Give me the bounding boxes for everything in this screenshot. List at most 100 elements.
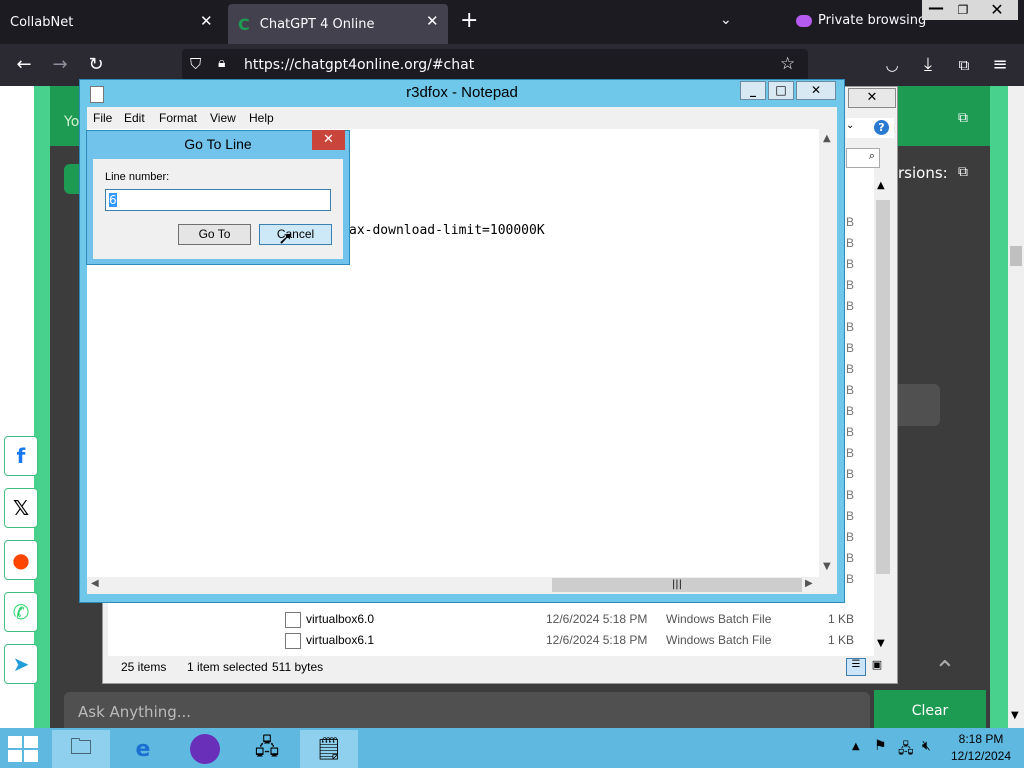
shield-icon[interactable]: ⛉ [190, 55, 201, 73]
menu-view[interactable]: View [210, 107, 236, 129]
network-icon[interactable]: 🖧 [238, 730, 296, 768]
scroll-down-icon[interactable]: ▼ [877, 638, 885, 649]
size-column: BBBBBBBBBBBBBBBBBB [846, 215, 855, 586]
copy-icon[interactable]: ⧉ [958, 164, 968, 180]
cancel-button[interactable]: Cancel [259, 224, 332, 245]
tab-list-chevron-icon[interactable]: ⌄ [720, 12, 732, 28]
tab-title: ChatGPT 4 Online [259, 16, 375, 32]
scroll-down-icon[interactable]: ▼ [1011, 710, 1019, 721]
header-text: Yo [64, 114, 80, 130]
internet-explorer-icon[interactable]: e [114, 730, 172, 768]
facebook-icon[interactable]: f [4, 436, 38, 476]
scroll-up-icon[interactable]: ▲ [877, 180, 885, 191]
scroll-right-icon[interactable]: ▶ [805, 578, 813, 589]
file-explorer-icon[interactable]: 🗀 [52, 730, 110, 768]
explorer-scrollbar[interactable]: ▲ ▼ [874, 178, 892, 656]
large-icons-view-icon[interactable]: ▣ [868, 658, 886, 674]
tab-collabnet[interactable]: CollabNet [10, 0, 224, 44]
network-tray-icon[interactable]: 🖧 [898, 738, 914, 762]
clock[interactable]: 8:18 PM 12/12/2024 [940, 731, 1022, 767]
menu-edit[interactable]: Edit [124, 107, 145, 129]
flag-icon[interactable]: ⚑ [874, 738, 887, 754]
close-tab-icon[interactable]: ✕ [200, 12, 213, 30]
reddit-icon[interactable]: ● [4, 540, 38, 580]
size-grip [819, 577, 837, 594]
status-item-count: 25 items [121, 660, 167, 674]
ask-input[interactable]: Ask Anything... [64, 692, 870, 732]
search-icon[interactable]: ⌕ [846, 148, 880, 168]
file-size: 1 KB [828, 633, 855, 647]
tray-expand-icon[interactable]: ▲ [852, 741, 860, 752]
back-arrow-icon[interactable]: ← [6, 44, 42, 86]
side-button[interactable] [894, 384, 940, 426]
file-size: 1 KB [828, 612, 855, 626]
download-icon[interactable]: ⤓ [910, 44, 946, 86]
scrollbar-thumb[interactable]: ||| [552, 578, 802, 592]
dialog-title: Go To Line [184, 136, 252, 152]
maximize-icon[interactable]: □ [768, 81, 794, 100]
pocket-icon[interactable]: ◡ [874, 44, 910, 86]
copy-icon[interactable]: ⧉ [958, 110, 968, 126]
new-tab-button[interactable]: + [460, 8, 478, 33]
forward-arrow-icon[interactable]: → [42, 44, 78, 86]
versions-text: rsions: [898, 164, 948, 182]
minimize-icon[interactable]: _ [740, 81, 766, 100]
menu-icon[interactable]: ≡ [982, 44, 1018, 86]
lock-icon[interactable]: 🔒︎ [218, 55, 225, 71]
scroll-down-icon[interactable]: ▼ [823, 561, 831, 572]
url-bar[interactable]: ⛉ 🔒︎ https://chatgpt4online.org/#chat ☆ [182, 49, 808, 81]
help-icon[interactable]: ? [874, 120, 889, 135]
menu-help[interactable]: Help [249, 107, 274, 129]
line-number-label: Line number: [105, 171, 170, 183]
close-tab-icon[interactable]: ✕ [426, 12, 439, 30]
file-name[interactable]: virtualbox6.0 [306, 612, 374, 626]
notepad-vertical-scrollbar[interactable]: ▲ ▼ [819, 129, 837, 577]
status-selected: 1 item selected [187, 660, 268, 674]
close-window-icon[interactable]: ✕ [976, 0, 1018, 20]
line-number-value: 6 [109, 193, 117, 207]
notepad-menubar: File Edit Format View Help [87, 107, 837, 129]
line-number-input[interactable]: 6 [105, 189, 331, 211]
scroll-left-icon[interactable]: ◀ [91, 578, 99, 589]
scrollbar-thumb[interactable] [876, 200, 890, 574]
file-date: 12/6/2024 5:18 PM [546, 612, 648, 626]
clear-button[interactable]: Clear [874, 690, 986, 732]
browser-private-icon[interactable] [176, 730, 234, 768]
menu-format[interactable]: Format [159, 107, 197, 129]
site-favicon-icon: C [238, 14, 250, 34]
dialog-close-icon[interactable]: ✕ [312, 130, 345, 150]
notepad-horizontal-scrollbar[interactable]: ◀ ||| ▶ [87, 577, 819, 594]
details-view-icon[interactable]: ☰ [846, 658, 866, 676]
telegram-icon[interactable]: ➤ [4, 644, 38, 684]
private-browsing-indicator: Private browsing [796, 13, 926, 28]
whatsapp-icon[interactable]: ✆ [4, 592, 38, 632]
x-twitter-icon[interactable]: 𝕏 [4, 488, 38, 528]
goto-button[interactable]: Go To [178, 224, 251, 245]
chevron-down-icon[interactable]: ⌄ [846, 120, 854, 131]
text-line: ax-download-limit=100000K [349, 223, 545, 238]
close-icon[interactable]: ✕ [796, 81, 836, 100]
private-mask-icon [796, 14, 812, 27]
private-label: Private browsing [818, 13, 927, 28]
restore-window-icon[interactable]: ❐ [950, 0, 976, 20]
menu-file[interactable]: File [93, 107, 112, 129]
url-text[interactable]: https://chatgpt4online.org/#chat [244, 57, 474, 73]
scrollbar-thumb[interactable] [1010, 246, 1022, 266]
bookmark-star-icon[interactable]: ☆ [780, 54, 795, 74]
minimize-window-icon[interactable]: — [922, 0, 950, 20]
clock-time: 8:18 PM [958, 732, 1004, 746]
file-type: Windows Batch File [666, 612, 772, 626]
file-name[interactable]: virtualbox6.1 [306, 633, 374, 647]
scroll-top-chevron-icon[interactable]: ⌃ [934, 656, 956, 686]
notepad-taskbar-icon[interactable]: 🗒 [300, 730, 358, 768]
start-windows-icon[interactable] [8, 736, 38, 762]
extensions-icon[interactable]: ⧉ [946, 44, 982, 86]
page-scrollbar[interactable]: ▼ [1008, 86, 1024, 728]
file-type: Windows Batch File [666, 633, 772, 647]
volume-muted-icon[interactable]: 🔇︎ [922, 738, 931, 754]
tab-chatgpt[interactable]: C ChatGPT 4 Online [228, 4, 448, 44]
clock-date: 12/12/2024 [950, 749, 1012, 763]
mouse-cursor-icon: ➚ [278, 228, 294, 249]
explorer-close-icon[interactable]: ✕ [848, 88, 896, 108]
scroll-up-icon[interactable]: ▲ [823, 133, 831, 144]
